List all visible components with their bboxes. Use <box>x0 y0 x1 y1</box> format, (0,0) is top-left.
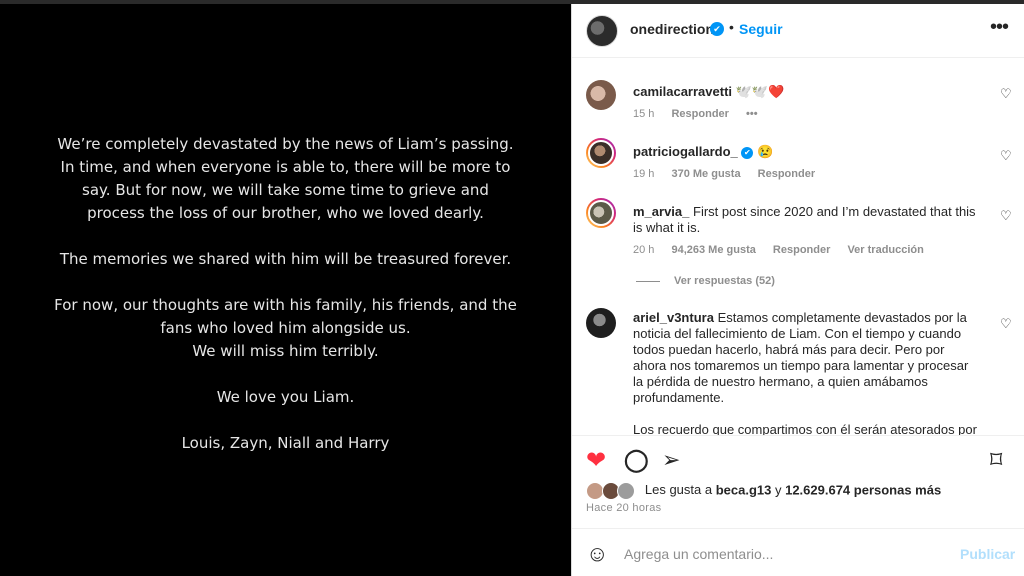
reply-button[interactable]: Responder <box>773 244 830 256</box>
follow-button[interactable]: Seguir <box>739 21 783 37</box>
avatar[interactable] <box>586 15 618 47</box>
likes-prefix: Les gusta a <box>644 482 716 498</box>
comment-like-icon[interactable]: ♡ <box>1000 148 1012 164</box>
comment-options-icon[interactable]: ••• <box>746 108 758 120</box>
separator-dot: • <box>729 19 734 35</box>
comment-icon[interactable]: ◯ <box>624 447 649 473</box>
comment-text: camilacarravetti 🕊️🕊️❤️ <box>633 84 983 100</box>
like-icon[interactable]: ❤ <box>586 446 606 475</box>
statement-line: In time, and when everyone is able to, t… <box>60 158 511 176</box>
statement-line: fans who loved him alongside us. <box>160 319 411 337</box>
statement-line: process the loss of our brother, who we … <box>87 204 484 222</box>
avatar[interactable] <box>586 198 616 228</box>
reply-button[interactable]: Responder <box>671 108 728 120</box>
instagram-post-view: We’re completely devastated by the news … <box>0 0 1024 576</box>
statement-paragraph-2: The memories we shared with him will be … <box>54 248 517 271</box>
statement-line: Louis, Zayn, Niall and Harry <box>181 434 390 452</box>
likes-middle: y <box>771 482 786 498</box>
comment-text: m_arvia_ First post since 2020 and I’m d… <box>633 204 978 236</box>
comment-meta: 15 h Responder ••• <box>633 108 772 120</box>
comment-time[interactable]: 19 h <box>633 168 654 180</box>
comment-time[interactable]: 15 h <box>633 108 654 120</box>
liker-username[interactable]: beca.g13 <box>716 482 772 497</box>
author-username[interactable]: onedirection <box>630 21 714 37</box>
comment-body: 😢 <box>757 144 774 159</box>
emoji-icon[interactable]: ☺ <box>586 541 608 567</box>
avatar[interactable] <box>586 80 616 110</box>
comment-username[interactable]: patriciogallardo_ <box>633 144 738 159</box>
comment-username[interactable]: ariel_v3ntura <box>633 310 714 325</box>
comment-likes[interactable]: 94,263 Me gusta <box>671 244 755 256</box>
post-image[interactable]: We’re completely devastated by the news … <box>0 4 571 576</box>
publish-button[interactable]: Publicar <box>960 546 1015 562</box>
verified-icon: ✔ <box>741 147 754 159</box>
comment-input[interactable] <box>622 541 956 567</box>
replies-divider <box>636 280 660 282</box>
comment-like-icon[interactable]: ♡ <box>1000 316 1012 332</box>
view-replies-button[interactable]: Ver respuestas (52) <box>633 275 775 287</box>
statement-line: say. But for now, we will take some time… <box>82 181 489 199</box>
comment-like-icon[interactable]: ♡ <box>1000 86 1012 102</box>
see-translation-button[interactable]: Ver traducción <box>847 244 923 256</box>
comment-likes[interactable]: 370 Me gusta <box>671 168 740 180</box>
statement-paragraph-4: We love you Liam. <box>54 386 517 409</box>
comments-list[interactable]: camilacarravetti 🕊️🕊️❤️ 15 h Responder •… <box>572 58 1024 435</box>
statement-line: For now, our thoughts are with his famil… <box>54 296 517 314</box>
post-time[interactable]: Hace 20 horas <box>586 502 661 514</box>
likes-count[interactable]: 12.629.674 personas más <box>785 482 941 497</box>
comment-meta: 20 h 94,263 Me gusta Responder Ver tradu… <box>633 244 938 256</box>
comment-time[interactable]: 20 h <box>633 244 654 256</box>
add-comment-bar: ☺ Publicar <box>572 528 1024 576</box>
statement-line: We love you Liam. <box>216 388 355 406</box>
post-header: onedirection ✔ • Seguir ••• <box>572 4 1024 58</box>
comment-username[interactable]: m_arvia_ <box>633 204 689 219</box>
post-side-panel: onedirection ✔ • Seguir ••• camilacarrav… <box>571 4 1024 576</box>
comment-body-continued: Los recuerdo que compartimos con él será… <box>633 422 977 435</box>
statement-text: We’re completely devastated by the news … <box>54 133 517 455</box>
verified-icon: ✔ <box>710 22 724 36</box>
share-icon[interactable]: ➢ <box>662 447 680 473</box>
view-replies-label: Ver respuestas (52) <box>674 275 775 287</box>
comment-username[interactable]: camilacarravetti <box>633 84 732 99</box>
avatar[interactable] <box>586 138 616 168</box>
save-icon[interactable]: ⌑ <box>990 446 1002 475</box>
avatar <box>617 482 636 500</box>
statement-line: We will miss him terribly. <box>192 342 379 360</box>
reply-button[interactable]: Responder <box>758 168 815 180</box>
likes-summary: Les gusta a beca.g13 y 12.629.674 person… <box>586 482 941 500</box>
statement-line: The memories we shared with him will be … <box>59 250 512 268</box>
more-options-icon[interactable]: ••• <box>990 16 1009 39</box>
statement-paragraph-1: We’re completely devastated by the news … <box>54 133 517 225</box>
comment-text: patriciogallardo_ ✔ 😢 <box>633 144 983 160</box>
comment-text: ariel_v3ntura Estamos completamente deva… <box>633 310 978 435</box>
statement-signature: Louis, Zayn, Niall and Harry <box>54 432 517 455</box>
comment-like-icon[interactable]: ♡ <box>1000 208 1012 224</box>
post-actions-bar: ❤ ◯ ➢ ⌑ <box>572 435 1024 483</box>
statement-paragraph-3: For now, our thoughts are with his famil… <box>54 294 517 363</box>
comment-body: 🕊️🕊️❤️ <box>735 84 785 99</box>
liker-avatars[interactable] <box>586 482 636 500</box>
avatar[interactable] <box>586 308 616 338</box>
comment-meta: 19 h 370 Me gusta Responder <box>633 168 829 180</box>
statement-line: We’re completely devastated by the news … <box>57 135 514 153</box>
